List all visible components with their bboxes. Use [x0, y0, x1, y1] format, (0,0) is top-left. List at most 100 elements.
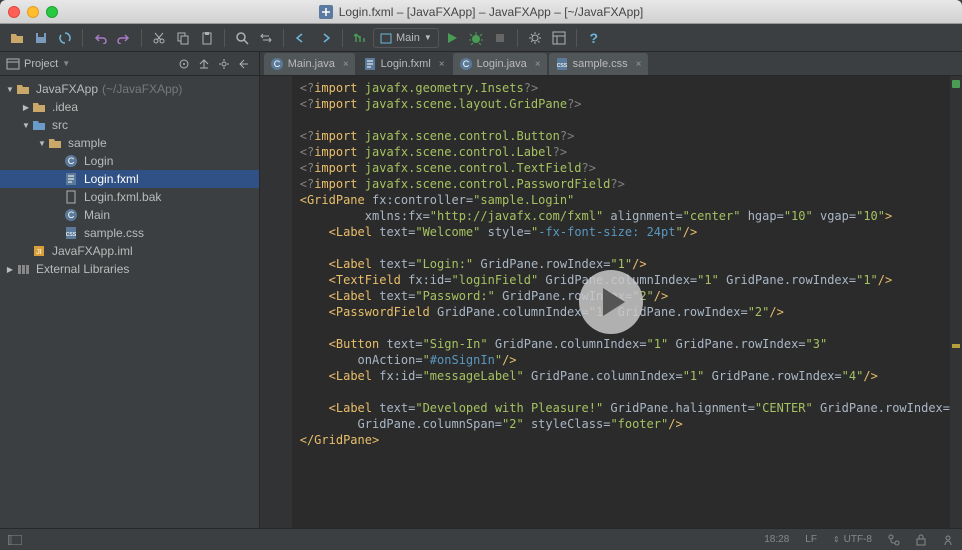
expand-arrow-icon[interactable]: ▼ [4, 85, 16, 94]
tree-item-login-fxml[interactable]: Login.fxml [0, 170, 259, 188]
stop-button[interactable] [489, 27, 511, 49]
settings-button[interactable] [524, 27, 546, 49]
window-titlebar: Login.fxml – [JavaFXApp] – JavaFXApp – [… [0, 0, 962, 24]
tree-item-label: sample.css [84, 226, 144, 240]
run-config-selector[interactable]: Main ▼ [373, 28, 439, 48]
sync-button[interactable] [54, 27, 76, 49]
tree-item-javafxapp[interactable]: ▼ JavaFXApp (~/JavaFXApp) [0, 80, 259, 98]
copy-button[interactable] [172, 27, 194, 49]
svg-text:css: css [66, 231, 77, 238]
tab-login-fxml[interactable]: Login.fxml × [357, 53, 451, 75]
tree-item-main[interactable]: CMain [0, 206, 259, 224]
project-tree[interactable]: ▼JavaFXApp(~/JavaFXApp)▶.idea▼src▼sample… [0, 76, 259, 528]
svg-text:C: C [462, 59, 469, 69]
tree-item-javafxapp-iml[interactable]: JI JavaFXApp.iml [0, 242, 259, 260]
tree-item-sample[interactable]: ▼sample [0, 134, 259, 152]
tree-item-label: Main [84, 208, 110, 222]
git-icon[interactable] [888, 534, 900, 546]
tab-login-java[interactable]: C Login.java × [453, 53, 547, 75]
editor-area: CMain.java×Login.fxml×CLogin.java×csssam… [260, 52, 962, 528]
tree-item-label: src [52, 118, 68, 132]
lock-icon[interactable] [916, 534, 926, 546]
error-stripe[interactable] [950, 76, 962, 528]
sidebar-header: Project ▼ [0, 52, 259, 76]
forward-button[interactable] [314, 27, 336, 49]
close-tab-icon[interactable]: × [439, 59, 445, 70]
fxml-icon [64, 172, 80, 186]
tree-item-label: JavaFXApp [36, 82, 98, 96]
expand-arrow-icon[interactable]: ▶ [4, 265, 16, 274]
editor-tabs: CMain.java×Login.fxml×CLogin.java×csssam… [260, 52, 962, 76]
tree-item-login-fxml-bak[interactable]: Login.fxml.bak [0, 188, 259, 206]
play-overlay-button[interactable] [579, 270, 643, 334]
tree-item-label: JavaFXApp.iml [52, 244, 133, 258]
svg-text:JI: JI [36, 249, 42, 256]
redo-button[interactable] [113, 27, 135, 49]
find-button[interactable] [231, 27, 253, 49]
warning-marker-icon[interactable] [952, 344, 960, 348]
undo-button[interactable] [89, 27, 111, 49]
back-button[interactable] [290, 27, 312, 49]
tree-item-external-libraries[interactable]: ▶External Libraries [0, 260, 259, 278]
lib-icon [16, 263, 32, 275]
tree-item-label: Login.fxml.bak [84, 190, 161, 204]
iml-icon: JI [32, 244, 48, 258]
java-icon: C [459, 57, 473, 71]
tab-label: Login.fxml [381, 58, 431, 70]
save-button[interactable] [30, 27, 52, 49]
close-tab-icon[interactable]: × [535, 59, 541, 70]
svg-text:C: C [68, 156, 75, 166]
svg-text:C: C [273, 59, 280, 69]
gutter[interactable] [260, 76, 292, 528]
java-icon: C [270, 57, 284, 71]
file-icon [64, 190, 80, 204]
tree-item-label: .idea [52, 100, 78, 114]
caret-position[interactable]: 18:28 [764, 534, 789, 545]
project-icon [6, 57, 20, 71]
folder-icon [16, 83, 32, 95]
scroll-from-source-icon[interactable] [175, 55, 193, 73]
paste-button[interactable] [196, 27, 218, 49]
expand-arrow-icon[interactable]: ▼ [36, 139, 48, 148]
close-tab-icon[interactable]: × [636, 59, 642, 70]
chevron-down-icon: ▼ [424, 33, 432, 42]
encoding[interactable]: ⇕UTF-8 [833, 534, 872, 545]
line-separator[interactable]: LF [805, 534, 817, 545]
code-editor[interactable]: <?import javafx.geometry.Insets?> <?impo… [260, 76, 962, 528]
main-toolbar: Main ▼ ? [0, 24, 962, 52]
collapse-all-icon[interactable] [195, 55, 213, 73]
gear-icon[interactable] [215, 55, 233, 73]
close-tab-icon[interactable]: × [343, 59, 349, 70]
project-sidebar: Project ▼ ▼ JavaFXApp (~/JavaFXApp) ▶ .idea ▼… [0, 52, 260, 528]
make-button[interactable] [349, 27, 371, 49]
tree-item-login[interactable]: CLogin [0, 152, 259, 170]
expand-arrow-icon[interactable]: ▼ [20, 121, 32, 130]
fxml-icon [363, 57, 377, 71]
window-title: Login.fxml – [JavaFXApp] – JavaFXApp – [… [0, 5, 962, 19]
cut-button[interactable] [148, 27, 170, 49]
tree-item-src[interactable]: ▼ src [0, 116, 259, 134]
sidebar-title[interactable]: Project [24, 58, 58, 70]
tool-windows-icon[interactable] [8, 535, 22, 545]
box-icon [380, 32, 392, 44]
tab-sample-css[interactable]: csssample.css× [549, 53, 648, 75]
status-bar: 18:28 LF ⇕UTF-8 [0, 528, 962, 550]
tree-item-sample-css[interactable]: css sample.css [0, 224, 259, 242]
tab-label: sample.css [573, 58, 628, 70]
help-button[interactable]: ? [583, 27, 605, 49]
play-icon [603, 288, 625, 316]
replace-button[interactable] [255, 27, 277, 49]
hide-icon[interactable] [235, 55, 253, 73]
structure-button[interactable] [548, 27, 570, 49]
tab-label: Login.java [477, 58, 527, 70]
run-button[interactable] [441, 27, 463, 49]
debug-button[interactable] [465, 27, 487, 49]
open-button[interactable] [6, 27, 28, 49]
tab-main-java[interactable]: CMain.java× [264, 53, 355, 75]
expand-arrow-icon[interactable]: ▶ [20, 103, 32, 112]
hector-icon[interactable] [942, 534, 954, 546]
java-icon: C [64, 154, 80, 168]
tree-item--idea[interactable]: ▶ .idea [0, 98, 259, 116]
app-icon [319, 5, 333, 19]
tree-item-hint: (~/JavaFXApp) [102, 82, 182, 96]
